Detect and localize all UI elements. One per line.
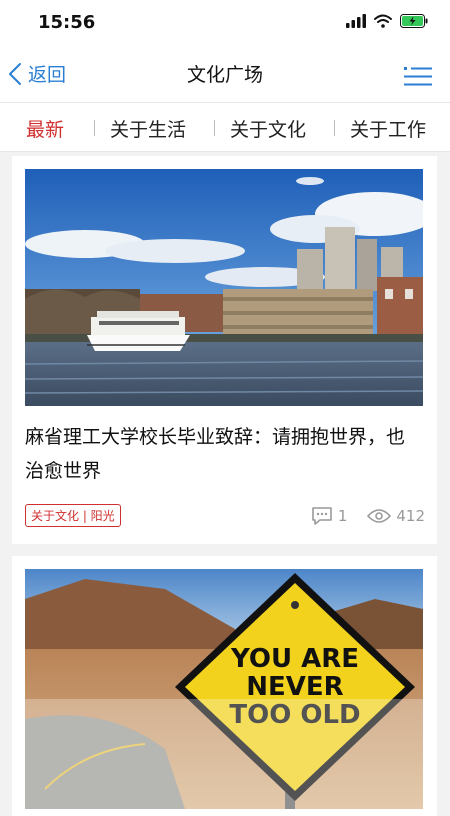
battery-charging-icon bbox=[400, 14, 428, 28]
comment-count-value: 1 bbox=[337, 507, 348, 525]
signal-icon bbox=[346, 14, 366, 28]
tab-latest[interactable]: 最新 bbox=[26, 115, 64, 142]
article-stats: 1 412 bbox=[311, 506, 425, 526]
wifi-icon bbox=[374, 14, 392, 28]
status-icons bbox=[346, 14, 428, 28]
article-card[interactable]: YOU ARE NEVER TOO OLD bbox=[12, 556, 437, 816]
page-title: 文化广场 bbox=[186, 64, 263, 86]
eye-icon bbox=[367, 509, 392, 523]
tab-divider bbox=[94, 120, 95, 136]
article-card[interactable]: 麻省理工大学校长毕业致辞：请拥抱世界，也治愈世界 关于文化 | 阳光 1 412 bbox=[12, 156, 437, 544]
comment-count[interactable]: 1 bbox=[311, 506, 348, 526]
status-bar: 15:56 bbox=[0, 0, 450, 48]
comment-icon bbox=[312, 507, 332, 525]
article-image: YOU ARE NEVER TOO OLD bbox=[25, 569, 423, 809]
status-time: 15:56 bbox=[38, 12, 96, 33]
tab-about-life[interactable]: 关于生活 bbox=[110, 115, 186, 142]
article-title[interactable]: 麻省理工大学校长毕业致辞：请拥抱世界，也治愈世界 bbox=[25, 420, 420, 488]
menu-button[interactable] bbox=[404, 66, 432, 92]
list-menu-icon bbox=[404, 67, 432, 86]
article-tag[interactable]: 关于文化 | 阳光 bbox=[25, 504, 121, 527]
tab-divider bbox=[334, 120, 335, 136]
view-count-value: 412 bbox=[396, 507, 425, 525]
view-count: 412 bbox=[367, 507, 425, 525]
article-image bbox=[25, 169, 423, 406]
sign-line-1: YOU ARE bbox=[230, 644, 359, 674]
tab-divider bbox=[214, 120, 215, 136]
tab-about-culture[interactable]: 关于文化 bbox=[230, 115, 306, 142]
nav-bar: 返回 文化广场 bbox=[0, 48, 450, 102]
sign-line-2: NEVER bbox=[246, 672, 343, 702]
tab-about-work[interactable]: 关于工作 bbox=[350, 115, 426, 142]
category-tabs: 最新 关于生活 关于文化 关于工作 bbox=[0, 102, 450, 152]
